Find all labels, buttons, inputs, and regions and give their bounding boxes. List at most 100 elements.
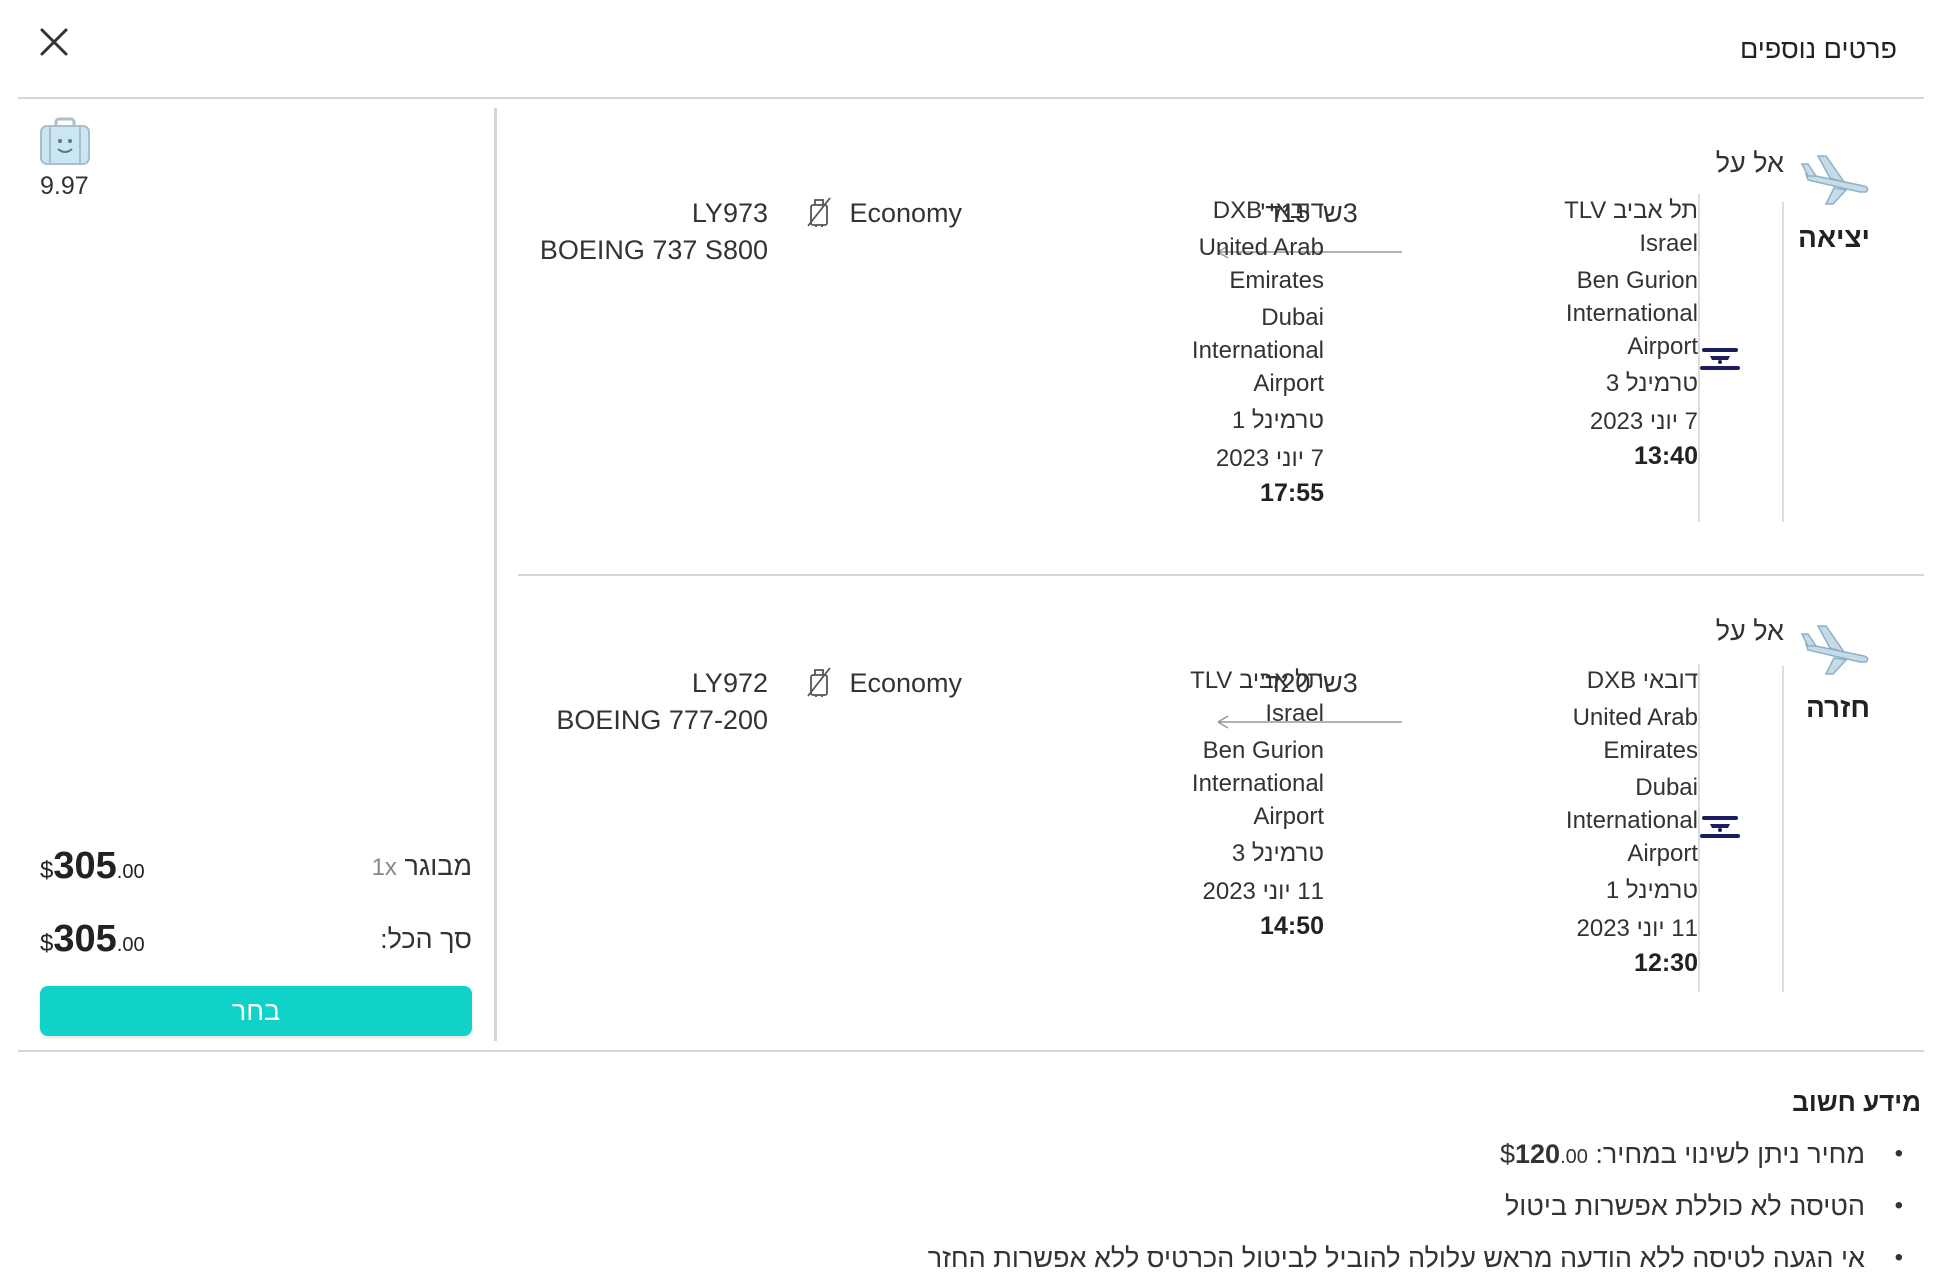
price-main: 305	[53, 845, 117, 887]
destination-time: 14:50	[1260, 912, 1324, 940]
airport-line: Dubai	[1635, 774, 1698, 801]
country-line: Emirates	[1229, 267, 1324, 294]
flight-number: LY972	[691, 668, 768, 698]
origin-airport: Dubai International Airport	[1508, 771, 1698, 870]
origin-date: 11 יוני 2023	[1576, 915, 1698, 942]
airport-line: International	[1565, 300, 1698, 327]
airport-line: Ben Gurion	[1576, 267, 1698, 294]
price-cents: .00	[116, 934, 145, 956]
destination-time: 17:55	[1260, 479, 1324, 507]
flight-number: LY973	[691, 198, 768, 228]
origin-city: תל אביב TLV	[1564, 197, 1698, 224]
info-item: מחיר ניתן לשינוי במחיר: $120.00	[928, 1134, 1903, 1186]
origin-country: United Arab Emirates	[1508, 701, 1698, 767]
country-line: United Arab	[1198, 234, 1324, 261]
origin-info: דובאי DXB United Arab Emirates Dubai Int…	[1508, 664, 1698, 980]
cabin-class: Economy	[849, 198, 962, 228]
destination-country: United Arab Emirates	[1124, 231, 1324, 297]
airport-line: International	[1191, 337, 1324, 364]
total-price: $305.00	[40, 918, 145, 961]
airport-line: Airport	[1627, 840, 1698, 867]
airport-line: International	[1565, 807, 1698, 834]
cabin-class: Economy	[849, 668, 962, 698]
origin-city: דובאי DXB	[1586, 667, 1698, 694]
destination-country: Israel	[1265, 700, 1324, 727]
flight-info: LY972 BOEING 777-200	[556, 665, 768, 739]
destination-airport: Dubai International Airport	[1124, 301, 1324, 400]
select-button[interactable]: בחר	[40, 986, 472, 1036]
flight-info: LY973 BOEING 737 S800	[540, 195, 768, 269]
modal-header: פרטים נוספים	[0, 0, 1945, 98]
plane-icon	[1800, 152, 1872, 208]
modal-title: פרטים נוספים	[1739, 34, 1897, 64]
origin-airport: Ben Gurion International Airport	[1508, 264, 1698, 363]
price-main: 120	[1515, 1139, 1561, 1169]
destination-terminal: טרמינל 1	[1231, 407, 1324, 434]
no-baggage-icon	[806, 196, 832, 228]
no-baggage-icon	[806, 666, 832, 698]
content-divider	[18, 1050, 1924, 1052]
origin-time: 13:40	[1634, 442, 1698, 470]
important-info-title: מידע חשוב	[1792, 1087, 1921, 1117]
plane-icon	[1800, 622, 1872, 678]
airport-line: International	[1191, 770, 1324, 797]
destination-airport: Ben Gurion International Airport	[1124, 734, 1324, 833]
adult-label: מבוגר 1x	[372, 851, 472, 882]
airline-name: אל על	[1715, 148, 1784, 178]
destination-info: תל אביב TLV Israel Ben Gurion Internatio…	[1124, 664, 1324, 943]
country-line: United Arab	[1572, 704, 1698, 731]
adult-price-row: $305.00 מבוגר 1x	[40, 844, 472, 888]
origin-country: Israel	[1639, 230, 1698, 257]
baggage-weight: 9.97	[40, 172, 89, 200]
price-panel	[18, 99, 496, 1050]
price-cents: .00	[1560, 1146, 1588, 1168]
currency-symbol: $	[40, 857, 54, 884]
panel-divider	[494, 108, 497, 1041]
country-line: Emirates	[1603, 737, 1698, 764]
destination-date: 11 יוני 2023	[1202, 878, 1324, 905]
segment-line	[1782, 202, 1784, 522]
total-label: סך הכל:	[380, 924, 472, 954]
change-price: $120.00	[1500, 1139, 1588, 1169]
passenger-qty: 1x	[371, 854, 397, 881]
origin-terminal: טרמינל 3	[1605, 370, 1698, 397]
info-text: אי הגעה לטיסה ללא הודעה מראש עלולה להובי…	[927, 1243, 1865, 1273]
total-price-row: $305.00 סך הכל:	[40, 917, 472, 961]
el-al-logo-icon	[1698, 812, 1742, 842]
airport-line: Airport	[1253, 370, 1324, 397]
direction-label: חזרה	[1805, 692, 1870, 723]
origin-time: 12:30	[1634, 949, 1698, 977]
currency-symbol: $	[1499, 1139, 1515, 1169]
info-item: הטיסה לא כוללת אפשרות ביטול	[928, 1186, 1903, 1238]
aircraft-type: BOEING 737 S800	[539, 235, 768, 265]
close-icon[interactable]	[34, 22, 74, 62]
suitcase-icon	[38, 117, 92, 167]
airport-line: Ben Gurion	[1202, 737, 1324, 764]
airline-name: אל על	[1715, 616, 1784, 646]
currency-symbol: $	[40, 930, 54, 957]
price-main: 305	[53, 918, 117, 960]
adult-price: $305.00	[40, 845, 145, 888]
destination-city: דובאי DXB	[1212, 197, 1324, 224]
airport-line: Dubai	[1261, 304, 1324, 331]
info-item: אי הגעה לטיסה ללא הודעה מראש עלולה להובי…	[927, 1238, 1904, 1282]
airport-line: Airport	[1253, 803, 1324, 830]
segment-line	[1782, 666, 1784, 992]
destination-date: 7 יוני 2023	[1215, 445, 1324, 472]
price-cents: .00	[116, 861, 145, 883]
airport-line: Airport	[1627, 333, 1698, 360]
destination-city: תל אביב TLV	[1190, 667, 1324, 694]
origin-info: תל אביב TLV Israel Ben Gurion Internatio…	[1508, 194, 1698, 473]
info-text: מחיר ניתן לשינוי במחיר:	[1587, 1139, 1865, 1169]
origin-date: 7 יוני 2023	[1589, 408, 1698, 435]
destination-info: דובאי DXB United Arab Emirates Dubai Int…	[1124, 194, 1324, 510]
passenger-type: מבוגר	[404, 851, 472, 881]
aircraft-type: BOEING 777-200	[556, 705, 768, 735]
important-info-list: מחיר ניתן לשינוי במחיר: $120.00 הטיסה לא…	[927, 1134, 1904, 1282]
return-segment: חזרה אל על דובאי DXB United Arab Emirate…	[518, 578, 1924, 1046]
destination-terminal: טרמינל 3	[1231, 840, 1324, 867]
info-text: הטיסה לא כוללת אפשרות ביטול	[1504, 1191, 1865, 1221]
segment-divider	[518, 574, 1924, 576]
origin-terminal: טרמינל 1	[1605, 877, 1698, 904]
el-al-logo-icon	[1698, 344, 1742, 374]
